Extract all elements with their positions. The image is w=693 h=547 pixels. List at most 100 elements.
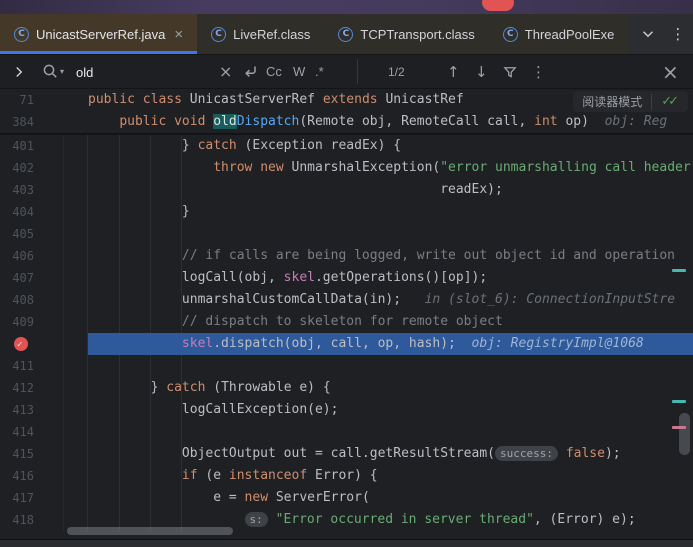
code-text[interactable]: unmarshalCustomCallData(in); in (slot_6)… [88,289,693,311]
tab-threadpoolexe[interactable]: CThreadPoolExe [489,14,629,54]
code-line[interactable]: 417 e = new ServerError( [0,487,693,509]
gutter[interactable] [0,333,88,355]
code-text[interactable]: readEx); [88,179,693,201]
gutter[interactable]: 416 [0,465,88,487]
line-number[interactable]: 416 [0,465,34,487]
vertical-scrollbar-thumb[interactable] [679,413,690,455]
code-editor[interactable]: 401 } catch (Exception readEx) {402 thro… [0,135,693,531]
gutter[interactable]: 409 [0,311,88,333]
line-number[interactable]: 411 [0,355,34,377]
line-number[interactable]: 414 [0,421,34,443]
gutter[interactable]: 414 [0,421,88,443]
line-number[interactable]: 384 [0,111,34,133]
clear-search-icon[interactable]: × [219,55,232,88]
code-line[interactable]: 415 ObjectOutput out = call.getResultStr… [0,443,693,465]
code-text[interactable]: e = new ServerError( [88,487,693,509]
code-line[interactable]: 411 [0,355,693,377]
line-number[interactable]: 408 [0,289,34,311]
line-number[interactable]: 401 [0,135,34,157]
code-text[interactable] [88,355,693,377]
code-text[interactable]: logCall(obj, skel.getOperations()[op]); [88,267,693,289]
regex-toggle[interactable]: .* [315,55,324,88]
tab-unicastserverref-java[interactable]: CUnicastServerRef.java× [0,14,197,54]
gutter[interactable]: 417 [0,487,88,509]
gutter[interactable]: 415 [0,443,88,465]
code-text[interactable]: // if calls are being logged, write out … [88,245,693,267]
code-text[interactable] [88,223,693,245]
gutter[interactable]: 405 [0,223,88,245]
code-line[interactable]: 414 [0,421,693,443]
breakpoint-icon[interactable] [14,337,28,351]
gutter[interactable]: 411 [0,355,88,377]
code-line[interactable]: 413 logCallException(e); [0,399,693,421]
line-number[interactable]: 413 [0,399,34,421]
code-text[interactable] [88,421,693,443]
horizontal-scrollbar-thumb[interactable] [67,527,233,535]
gutter[interactable]: 404 [0,201,88,223]
words-toggle[interactable]: W [293,55,305,88]
line-number[interactable]: 412 [0,377,34,399]
search-input[interactable] [74,60,218,85]
inspections-ok-icon[interactable]: ✓✓ [661,94,679,109]
code-line[interactable]: 402 throw new UnmarshalException("error … [0,157,693,179]
code-line[interactable]: 416 if (e instanceof Error) { [0,465,693,487]
error-stripe-mark[interactable] [672,426,686,429]
newline-icon[interactable] [242,55,259,88]
code-text[interactable]: } catch (Throwable e) { [88,377,693,399]
code-line[interactable]: 403 readEx); [0,179,693,201]
gutter[interactable]: 403 [0,179,88,201]
code-text[interactable]: public void oldDispatch(Remote obj, Remo… [88,111,693,133]
close-find-bar-icon[interactable]: × [662,55,679,88]
gutter[interactable]: 412 [0,377,88,399]
code-text[interactable]: // dispatch to skeleton for remote objec… [88,311,693,333]
code-text[interactable]: throw new UnmarshalException("error unma… [88,157,693,179]
line-number[interactable]: 418 [0,509,34,531]
code-text[interactable]: skel.dispatch(obj, call, op, hash); obj:… [88,333,693,355]
tab-close-icon[interactable]: × [174,27,183,42]
line-number[interactable]: 406 [0,245,34,267]
code-text[interactable]: if (e instanceof Error) { [88,465,693,487]
search-icon[interactable]: ▾ [42,55,64,88]
code-text[interactable]: } catch (Exception readEx) { [88,135,693,157]
line-number[interactable]: 405 [0,223,34,245]
reader-mode-widget[interactable]: 阅读器模式 ✓✓ [573,91,688,112]
line-number[interactable]: 409 [0,311,34,333]
chevron-down-icon[interactable] [640,26,656,42]
line-number[interactable]: 71 [0,89,34,111]
code-text[interactable]: ObjectOutput out = call.getResultStream(… [88,443,693,465]
tab-options-kebab-icon[interactable]: ⋮ [670,25,685,43]
gutter[interactable]: 408 [0,289,88,311]
code-text[interactable]: } [88,201,693,223]
line-number[interactable]: 403 [0,179,34,201]
error-stripe-mark[interactable] [672,400,686,403]
code-line[interactable]: 384 public void oldDispatch(Remote obj, … [0,111,693,133]
gutter[interactable]: 407 [0,267,88,289]
previous-occurrence-icon[interactable]: ↑ [447,55,460,88]
line-number[interactable]: 402 [0,157,34,179]
gutter[interactable]: 71 [0,89,88,111]
code-line[interactable]: 409 // dispatch to skeleton for remote o… [0,311,693,333]
code-line[interactable]: 405 [0,223,693,245]
code-text[interactable]: logCallException(e); [88,399,693,421]
line-number[interactable]: 404 [0,201,34,223]
code-line[interactable]: 404 } [0,201,693,223]
gutter[interactable]: 401 [0,135,88,157]
gutter[interactable]: 402 [0,157,88,179]
gutter[interactable]: 406 [0,245,88,267]
filter-icon[interactable] [502,55,518,88]
tab-tcptransport-class[interactable]: CTCPTransport.class [324,14,488,54]
line-number[interactable]: 417 [0,487,34,509]
error-stripe-mark[interactable] [672,269,686,272]
code-line[interactable]: 401 } catch (Exception readEx) { [0,135,693,157]
line-number[interactable]: 415 [0,443,34,465]
code-line[interactable]: 406 // if calls are being logged, write … [0,245,693,267]
tab-liveref-class[interactable]: CLiveRef.class [197,14,324,54]
gutter[interactable]: 384 [0,111,88,133]
more-options-kebab-icon[interactable]: ⋮ [531,55,546,88]
expand-replace-chevron-icon[interactable] [11,55,27,88]
line-number[interactable]: 407 [0,267,34,289]
next-occurrence-icon[interactable]: ↓ [475,55,488,88]
code-line[interactable]: 412 } catch (Throwable e) { [0,377,693,399]
gutter[interactable]: 413 [0,399,88,421]
code-line[interactable]: 408 unmarshalCustomCallData(in); in (slo… [0,289,693,311]
